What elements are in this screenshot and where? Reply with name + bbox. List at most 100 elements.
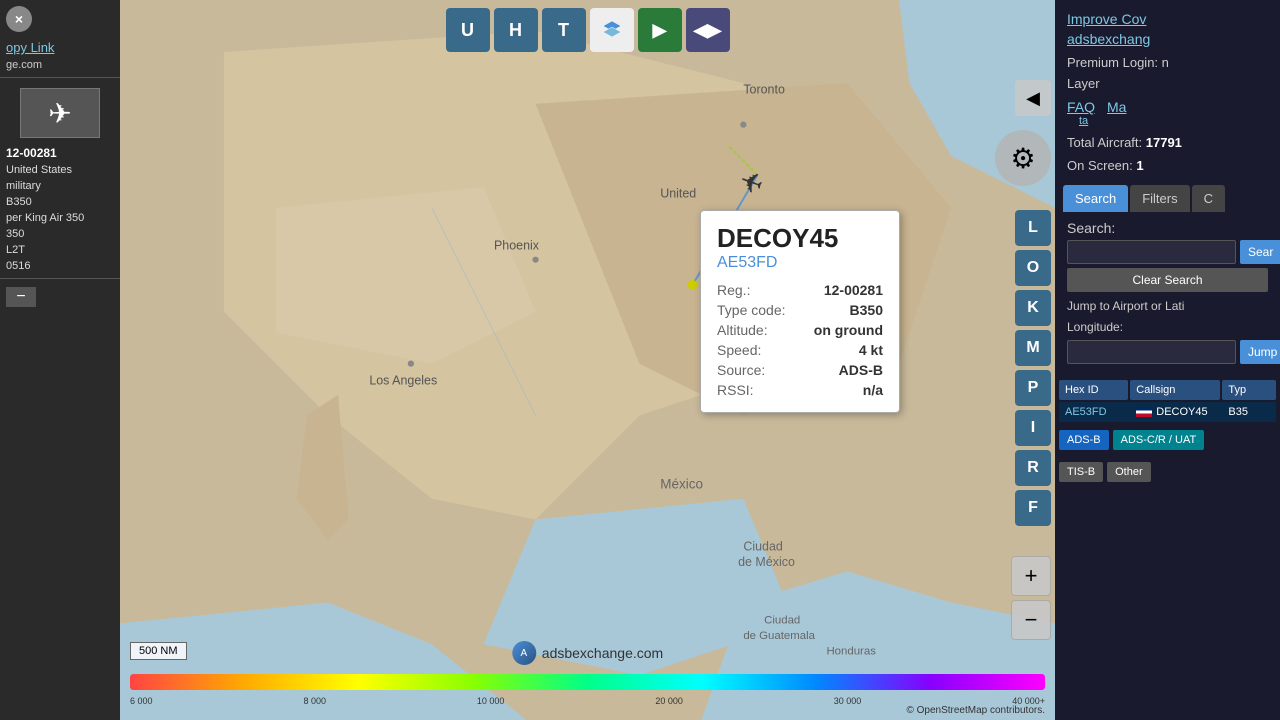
svg-text:Ciudad: Ciudad	[743, 540, 783, 554]
col-header-hexid[interactable]: Hex ID	[1059, 380, 1128, 400]
tab-filters[interactable]: Filters	[1130, 185, 1189, 212]
left-minus-button[interactable]: −	[6, 287, 36, 307]
toolbar-u-button[interactable]: U	[446, 8, 490, 52]
side-btn-f[interactable]: F	[1015, 490, 1051, 526]
right-links-row: FAQ Ma	[1067, 99, 1268, 115]
jump-input[interactable]	[1067, 340, 1236, 364]
jump-label: Jump to Airport or Lati	[1067, 298, 1268, 315]
popup-speed-value: 4 kt	[859, 342, 883, 358]
toolbar-next-button[interactable]: ▶	[638, 8, 682, 52]
left-category: military	[0, 178, 120, 194]
faq-link[interactable]: FAQ	[1067, 99, 1095, 115]
side-btn-l[interactable]: L	[1015, 210, 1051, 246]
alt-label-40k: 40 000+	[1012, 696, 1045, 706]
total-aircraft-row: Total Aircraft: 17791	[1055, 131, 1280, 154]
attribution-text: © OpenStreetMap contributors.	[906, 705, 1045, 716]
source-adsb-button[interactable]: ADS-B	[1059, 430, 1109, 450]
side-btn-r[interactable]: R	[1015, 450, 1051, 486]
zoom-in-button[interactable]: +	[1011, 556, 1051, 596]
chevron-left-icon: ◀	[1026, 88, 1040, 109]
popup-alt-label: Altitude:	[717, 322, 768, 338]
altitude-labels: 6 000 8 000 10 000 20 000 30 000 40 000+	[130, 696, 1045, 706]
col-header-type[interactable]: Typ	[1222, 380, 1276, 400]
alt-label-10k: 10 000	[477, 696, 505, 706]
aircraft-thumbnail: ✈	[20, 88, 100, 138]
callsign-text: DECOY45	[1156, 406, 1207, 418]
adsb-logo-icon: A	[512, 641, 536, 665]
search-section: Search: Sear Clear Search Jump to Airpor…	[1055, 212, 1280, 372]
source-tisb-button[interactable]: TIS-B	[1059, 462, 1103, 482]
toolbar-split-button[interactable]: ◀▶	[686, 8, 730, 52]
left-squawk: 0516	[0, 258, 120, 274]
svg-text:Toronto: Toronto	[743, 82, 785, 96]
adsb-logo: A adsbexchange.com	[512, 641, 663, 665]
svg-text:México: México	[660, 476, 703, 491]
popup-source-label: Source:	[717, 362, 765, 378]
clear-search-button[interactable]: Clear Search	[1067, 268, 1268, 292]
map-background: Los Angeles Phoenix United Toronto Méxic…	[120, 0, 1055, 720]
close-btn-row: ×	[0, 0, 120, 38]
cell-type: B35	[1222, 402, 1276, 422]
zoom-out-button[interactable]: −	[1011, 600, 1051, 640]
source-other-button[interactable]: Other	[1107, 462, 1151, 482]
map-toolbar: U H T ▶ ◀▶	[446, 8, 730, 52]
map-link[interactable]: Ma	[1107, 99, 1126, 115]
jump-button[interactable]: Jump	[1240, 340, 1280, 364]
plus-icon: +	[1025, 563, 1038, 589]
svg-text:United: United	[660, 186, 696, 200]
col-header-callsign[interactable]: Callsign	[1130, 380, 1220, 400]
small-link[interactable]: ta	[1067, 115, 1268, 127]
right-top-info: Improve Cov adsbexchang Premium Login: n…	[1055, 0, 1280, 131]
svg-text:Ciudad: Ciudad	[764, 614, 800, 626]
left-registration: 12-00281	[0, 144, 120, 162]
source-adsc-button[interactable]: ADS-C/R / UAT	[1113, 430, 1205, 450]
right-panel: Improve Cov adsbexchang Premium Login: n…	[1055, 0, 1280, 720]
side-btn-m[interactable]: M	[1015, 330, 1051, 366]
alt-label-8k: 8 000	[303, 696, 326, 706]
left-country: United States	[0, 162, 120, 178]
toolbar-h-button[interactable]: H	[494, 8, 538, 52]
tab-row: Search Filters C	[1063, 185, 1272, 212]
popup-reg-label: Reg.:	[717, 282, 750, 298]
toolbar-t-button[interactable]: T	[542, 8, 586, 52]
us-flag-icon	[1136, 407, 1152, 417]
close-button[interactable]: ×	[6, 6, 32, 32]
map-area[interactable]: Los Angeles Phoenix United Toronto Méxic…	[120, 0, 1055, 720]
popup-source-row: Source: ADS-B	[717, 360, 883, 380]
alt-label-20k: 20 000	[655, 696, 683, 706]
tab-search[interactable]: Search	[1063, 185, 1128, 212]
popup-hex-id: AE53FD	[717, 254, 883, 272]
popup-rssi-row: RSSI: n/a	[717, 380, 883, 400]
on-screen-label: On Screen:	[1067, 158, 1133, 173]
minus-icon: −	[1025, 607, 1038, 633]
search-button[interactable]: Sear	[1240, 240, 1280, 264]
improve-coverage-link[interactable]: Improve Cov	[1067, 10, 1268, 30]
adsb-exchange-link[interactable]: adsbexchang	[1067, 30, 1268, 50]
side-btn-p[interactable]: P	[1015, 370, 1051, 406]
side-btn-k[interactable]: K	[1015, 290, 1051, 326]
side-btn-o[interactable]: O	[1015, 250, 1051, 286]
popup-type-row: Type code: B350	[717, 300, 883, 320]
tab-other[interactable]: C	[1192, 185, 1225, 212]
popup-rssi-label: RSSI:	[717, 382, 754, 398]
svg-text:de Guatemala: de Guatemala	[743, 630, 815, 642]
popup-speed-row: Speed: 4 kt	[717, 340, 883, 360]
jump-row: Jump	[1067, 340, 1268, 364]
popup-alt-value: on ground	[814, 322, 883, 338]
settings-button[interactable]: ⚙	[995, 130, 1051, 186]
total-aircraft-value: 17791	[1146, 135, 1182, 150]
popup-type-value: B350	[850, 302, 883, 318]
side-btn-i[interactable]: I	[1015, 410, 1051, 446]
copy-link[interactable]: opy Link	[0, 38, 120, 57]
on-screen-value: 1	[1136, 158, 1143, 173]
left-typecode: B350	[0, 194, 120, 210]
search-row: Sear	[1067, 240, 1268, 264]
popup-type-label: Type code:	[717, 302, 786, 318]
map-nav-left-button[interactable]: ◀	[1015, 80, 1051, 116]
toolbar-layers-button[interactable]	[590, 8, 634, 52]
aircraft-silhouette-icon: ✈	[48, 97, 71, 130]
altitude-color-bar	[130, 674, 1045, 690]
search-input[interactable]	[1067, 240, 1236, 264]
table-row[interactable]: AE53FD DECOY45 B35	[1059, 402, 1276, 422]
cell-callsign: DECOY45	[1130, 402, 1220, 422]
